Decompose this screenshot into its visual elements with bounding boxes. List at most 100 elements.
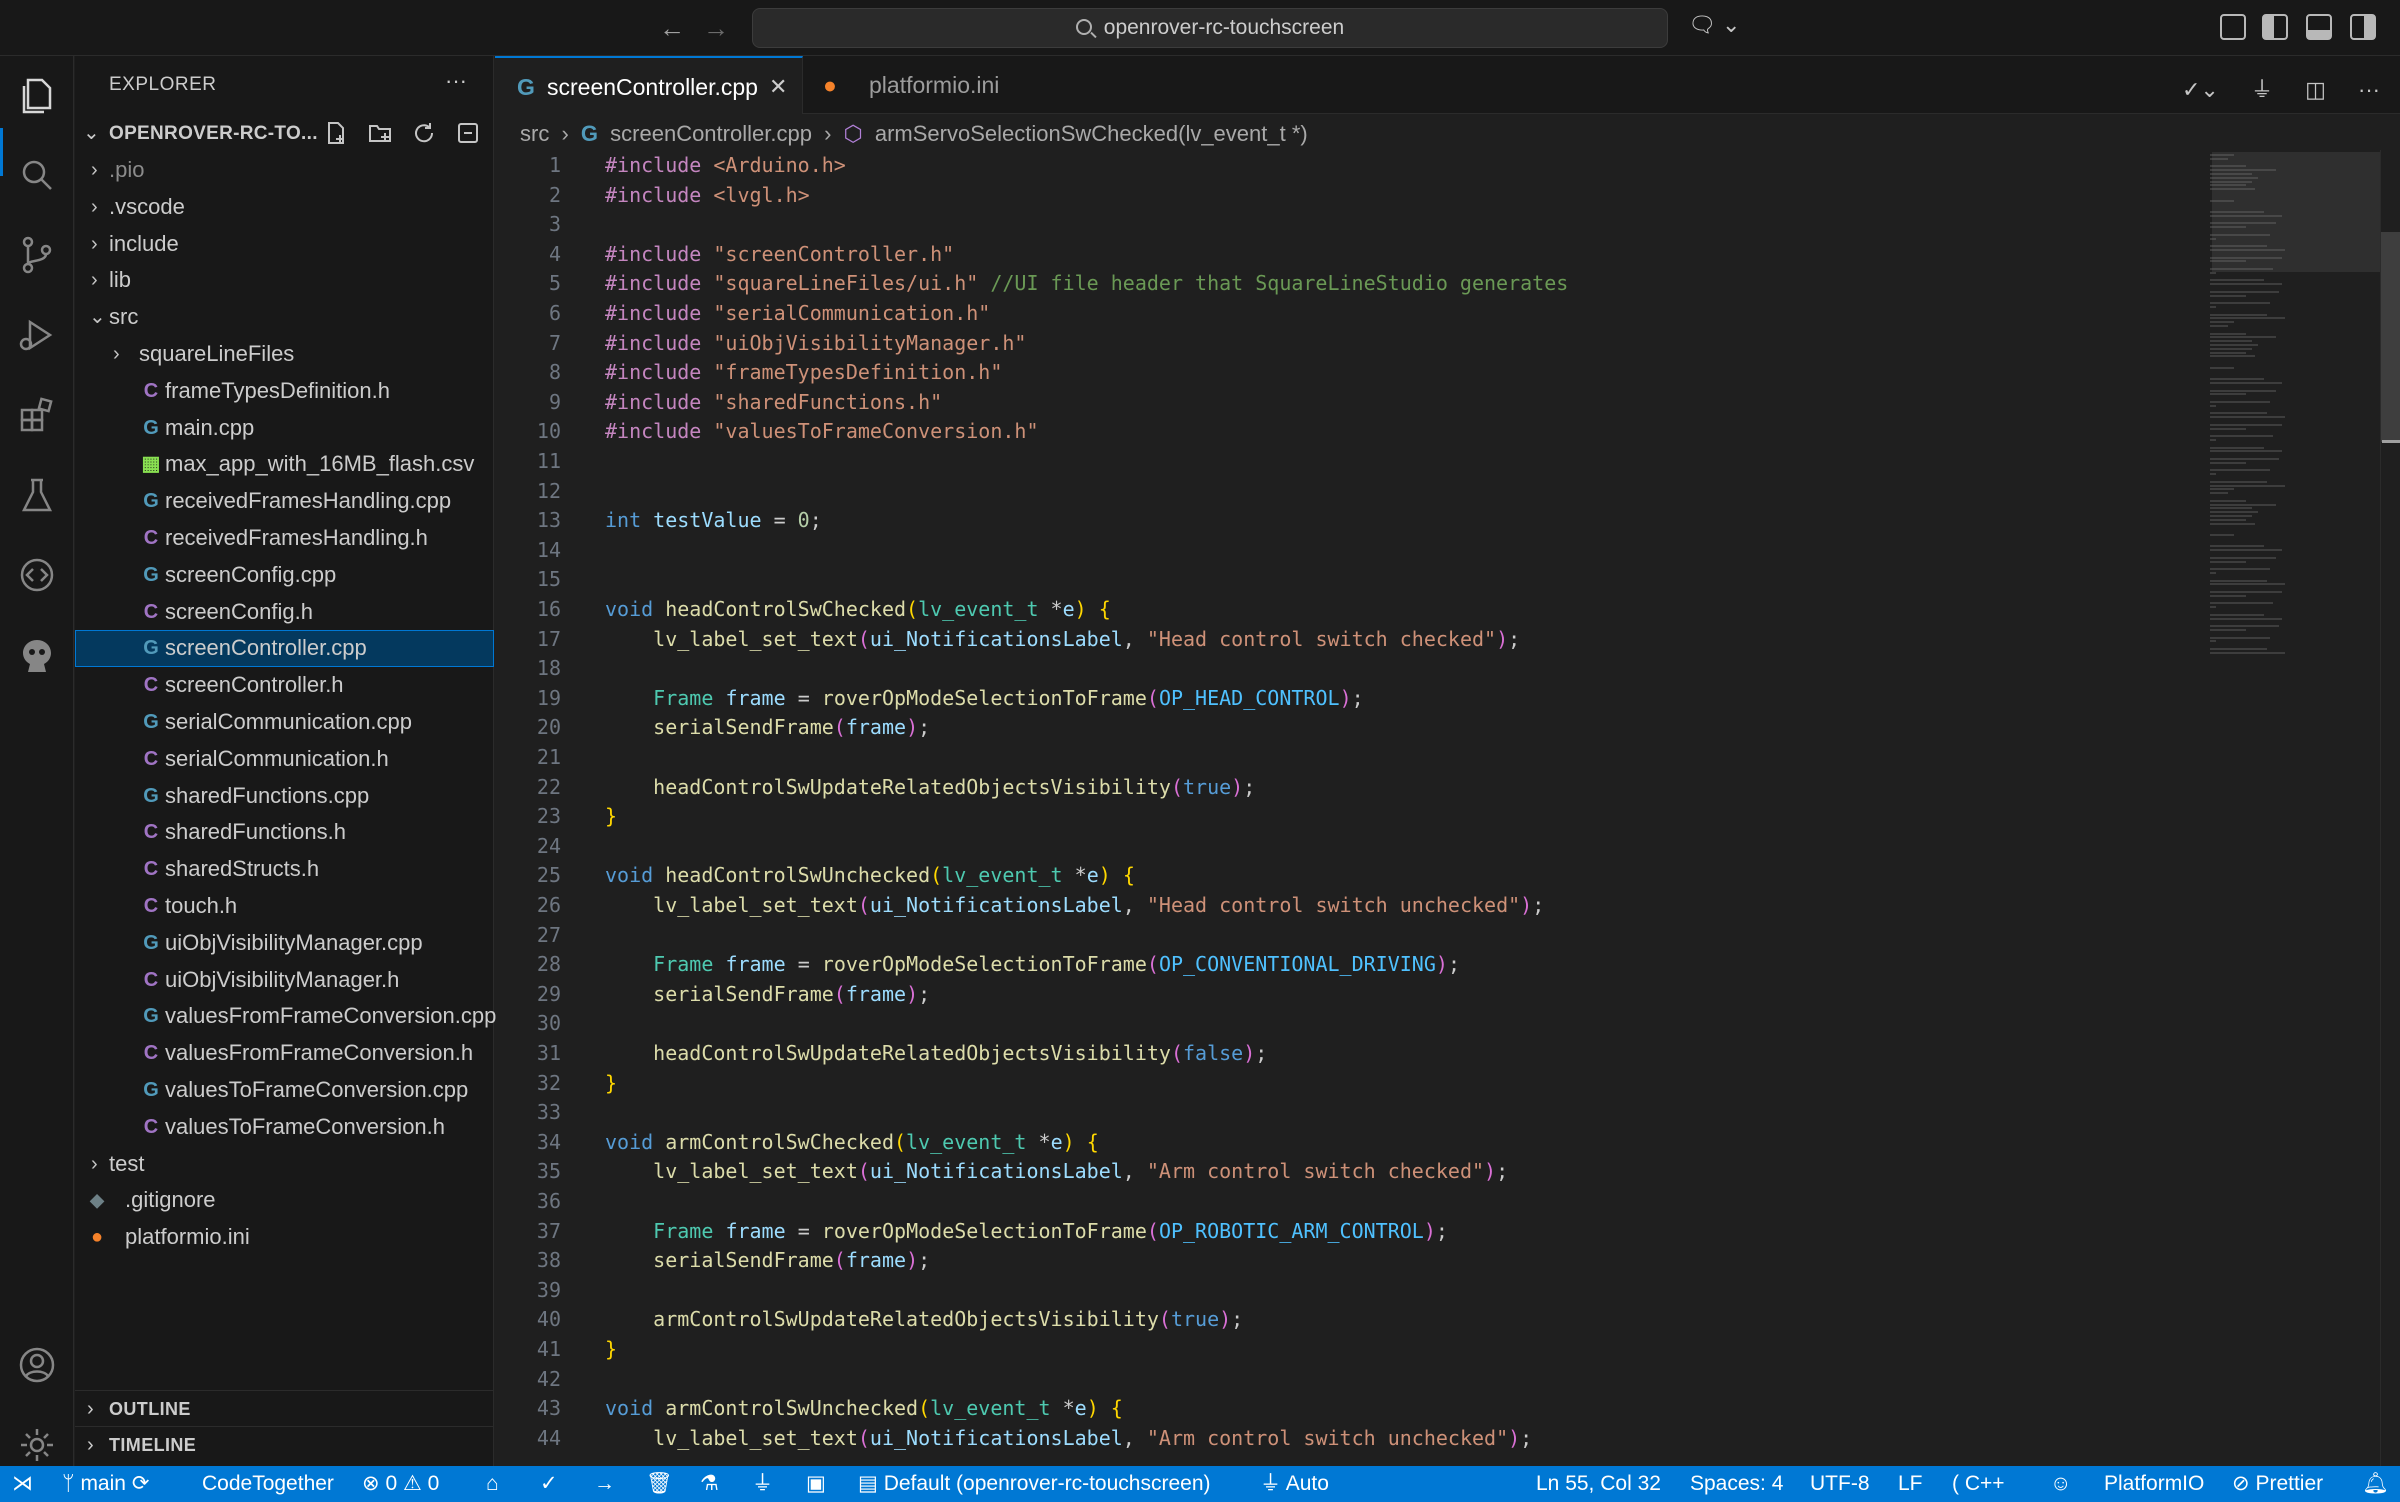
split-editor-icon[interactable]: ◫ bbox=[2305, 77, 2326, 102]
file-platformio-ini[interactable]: ● platformio.ini bbox=[75, 1219, 494, 1256]
file-item[interactable]: CsharedFunctions.h bbox=[75, 814, 494, 851]
problems-indicator[interactable]: ⊗ 0 ⚠ 0 bbox=[362, 1466, 439, 1502]
language-mode[interactable]: ( C++ bbox=[1952, 1466, 2005, 1502]
file-item[interactable]: CframeTypesDefinition.h bbox=[75, 373, 494, 410]
folder-pio[interactable]: › .pio bbox=[75, 152, 494, 189]
file-item[interactable]: GuiObjVisibilityManager.cpp bbox=[75, 925, 494, 962]
close-icon[interactable]: ✕ bbox=[769, 58, 787, 116]
code-line[interactable]: 8 #include "frameTypesDefinition.h" bbox=[495, 357, 2235, 387]
code-line[interactable]: 44 lv_label_set_text(ui_NotificationsLab… bbox=[495, 1423, 2235, 1453]
code-line[interactable]: 24 bbox=[495, 831, 2235, 861]
notifications-bell-icon[interactable]: 🔔︎ bbox=[2362, 1466, 2389, 1502]
code-line[interactable]: 27 bbox=[495, 920, 2235, 950]
code-line[interactable]: 12 bbox=[495, 476, 2235, 506]
scrollbar-thumb[interactable] bbox=[2381, 232, 2400, 442]
code-line[interactable]: 38 serialSendFrame(frame); bbox=[495, 1245, 2235, 1275]
end-of-line[interactable]: LF bbox=[1898, 1466, 1923, 1502]
file-item[interactable]: ▦ max_app_with_16MB_flash.csv bbox=[75, 446, 494, 483]
code-line[interactable]: 20 serialSendFrame(frame); bbox=[495, 712, 2235, 742]
code-line[interactable]: 3 bbox=[495, 209, 2235, 239]
toggle-primary-sidebar-icon[interactable] bbox=[2262, 14, 2288, 40]
new-folder-icon[interactable] bbox=[367, 120, 393, 146]
folder-include[interactable]: › include bbox=[75, 226, 494, 263]
file-item[interactable]: CsharedStructs.h bbox=[75, 851, 494, 888]
checkmark-icon[interactable]: ✓⌄ bbox=[2182, 77, 2219, 102]
pio-build-icon[interactable]: ✓ bbox=[540, 1466, 558, 1502]
codetogether-button[interactable]: CodeTogether bbox=[202, 1466, 334, 1502]
testing-icon[interactable] bbox=[14, 472, 60, 518]
file-item[interactable]: GvaluesFromFrameConversion.cpp bbox=[75, 998, 496, 1035]
outline-section[interactable]: › OUTLINE bbox=[75, 1390, 494, 1426]
file-item[interactable]: GreceivedFramesHandling.cpp bbox=[75, 483, 494, 520]
customize-layout-icon[interactable] bbox=[2220, 14, 2246, 40]
code-line[interactable]: 32} bbox=[495, 1068, 2235, 1098]
file-item[interactable]: CuiObjVisibilityManager.h bbox=[75, 962, 494, 999]
arrow-right-icon[interactable]: → bbox=[698, 10, 734, 46]
code-line[interactable]: 39 bbox=[495, 1275, 2235, 1305]
tab-platformio-ini[interactable]: ● platformio.ini bbox=[805, 56, 1031, 114]
folder-src[interactable]: ⌄ src bbox=[75, 299, 494, 336]
file-item[interactable]: GsharedFunctions.cpp bbox=[75, 778, 494, 815]
file-item[interactable]: GscreenConfig.cpp bbox=[75, 557, 494, 594]
code-line[interactable]: 40 armControlSwUpdateRelatedObjectsVisib… bbox=[495, 1304, 2235, 1334]
prettier-status[interactable]: ⊘ Prettier bbox=[2232, 1466, 2323, 1502]
toggle-panel-icon[interactable] bbox=[2306, 14, 2332, 40]
file-item[interactable]: GscreenController.cpp bbox=[75, 630, 494, 668]
indentation[interactable]: Spaces: 4 bbox=[1690, 1466, 1783, 1502]
search-icon[interactable] bbox=[14, 152, 60, 198]
file-item[interactable]: CserialCommunication.h bbox=[75, 741, 494, 778]
folder-test[interactable]: › test bbox=[75, 1146, 494, 1183]
code-editor[interactable]: 1 #include <Arduino.h> 2 #include <lvgl.h> 3… bbox=[495, 150, 2235, 1466]
file-item[interactable]: CreceivedFramesHandling.h bbox=[75, 520, 494, 557]
code-line[interactable]: 23} bbox=[495, 801, 2235, 831]
breadcrumb-file[interactable]: screenController.cpp bbox=[610, 121, 812, 146]
source-control-icon[interactable] bbox=[14, 232, 60, 278]
file-item[interactable]: CscreenConfig.h bbox=[75, 594, 494, 631]
file-item[interactable]: CvaluesFromFrameConversion.h bbox=[75, 1035, 494, 1072]
remote-indicator-icon[interactable]: ⋊ bbox=[12, 1466, 33, 1502]
file-item[interactable]: GvaluesToFrameConversion.cpp bbox=[75, 1072, 494, 1109]
copilot-icon[interactable]: ☺ bbox=[2050, 1466, 2071, 1502]
file-item[interactable]: CvaluesToFrameConversion.h bbox=[75, 1109, 494, 1146]
platformio-icon[interactable] bbox=[14, 632, 60, 678]
tab-screencontroller-cpp[interactable]: G screenController.cpp ✕ bbox=[495, 56, 803, 114]
pio-clean-icon[interactable]: 🗑︎ bbox=[646, 1466, 673, 1502]
code-line[interactable]: 17 lv_label_set_text(ui_NotificationsLab… bbox=[495, 624, 2235, 654]
folder-lib[interactable]: › lib bbox=[75, 262, 494, 299]
platformio-status[interactable]: PlatformIO bbox=[2104, 1466, 2204, 1502]
code-line[interactable]: 29 serialSendFrame(frame); bbox=[495, 979, 2235, 1009]
explorer-icon[interactable] bbox=[14, 72, 60, 118]
code-line[interactable]: 36 bbox=[495, 1186, 2235, 1216]
timeline-section[interactable]: › TIMELINE bbox=[75, 1426, 494, 1462]
breadcrumb-folder[interactable]: src bbox=[520, 121, 549, 146]
folder-vscode[interactable]: › .vscode bbox=[75, 189, 494, 226]
pio-serial-monitor-icon[interactable]: ⏚ bbox=[752, 1466, 773, 1502]
code-line[interactable]: 33 bbox=[495, 1097, 2235, 1127]
code-line[interactable]: 22 headControlSwUpdateRelatedObjectsVisi… bbox=[495, 772, 2235, 802]
code-line[interactable]: 11 bbox=[495, 446, 2235, 476]
code-line[interactable]: 41} bbox=[495, 1334, 2235, 1364]
code-line[interactable]: 26 lv_label_set_text(ui_NotificationsLab… bbox=[495, 890, 2235, 920]
code-line[interactable]: 6 #include "serialCommunication.h" bbox=[495, 298, 2235, 328]
minimap[interactable] bbox=[2210, 150, 2380, 1466]
code-line[interactable]: 25 void headControlSwUnchecked(lv_event_t… bbox=[495, 860, 2235, 890]
code-line[interactable]: 21 bbox=[495, 742, 2235, 772]
code-line[interactable]: 1 #include <Arduino.h> bbox=[495, 150, 2235, 180]
arrow-left-icon[interactable]: ← bbox=[654, 10, 690, 46]
encoding[interactable]: UTF-8 bbox=[1810, 1466, 1870, 1502]
folder-squarelinefiles[interactable]: › squareLineFiles bbox=[75, 336, 494, 373]
code-line[interactable]: 19 Frame frame = roverOpModeSelectionToF… bbox=[495, 683, 2235, 713]
code-line[interactable]: 5 #include "squareLineFiles/ui.h" //UI fi… bbox=[495, 268, 2235, 298]
code-line[interactable]: 37 Frame frame = roverOpModeSelectionToF… bbox=[495, 1216, 2235, 1246]
file-item[interactable]: Gmain.cpp bbox=[75, 410, 494, 447]
code-line[interactable]: 43 void armControlSwUnchecked(lv_event_t … bbox=[495, 1393, 2235, 1423]
refresh-icon[interactable] bbox=[411, 120, 437, 146]
more-actions-icon[interactable]: ··· bbox=[2358, 77, 2380, 102]
remote-icon[interactable] bbox=[14, 552, 60, 598]
run-debug-icon[interactable] bbox=[14, 312, 60, 358]
file-gitignore[interactable]: ◆ .gitignore bbox=[75, 1182, 494, 1219]
code-line[interactable]: 4 #include "screenController.h" bbox=[495, 239, 2235, 269]
code-line[interactable]: 15 bbox=[495, 564, 2235, 594]
code-line[interactable]: 16 void headControlSwChecked(lv_event_t *… bbox=[495, 594, 2235, 624]
extensions-icon[interactable] bbox=[14, 392, 60, 438]
